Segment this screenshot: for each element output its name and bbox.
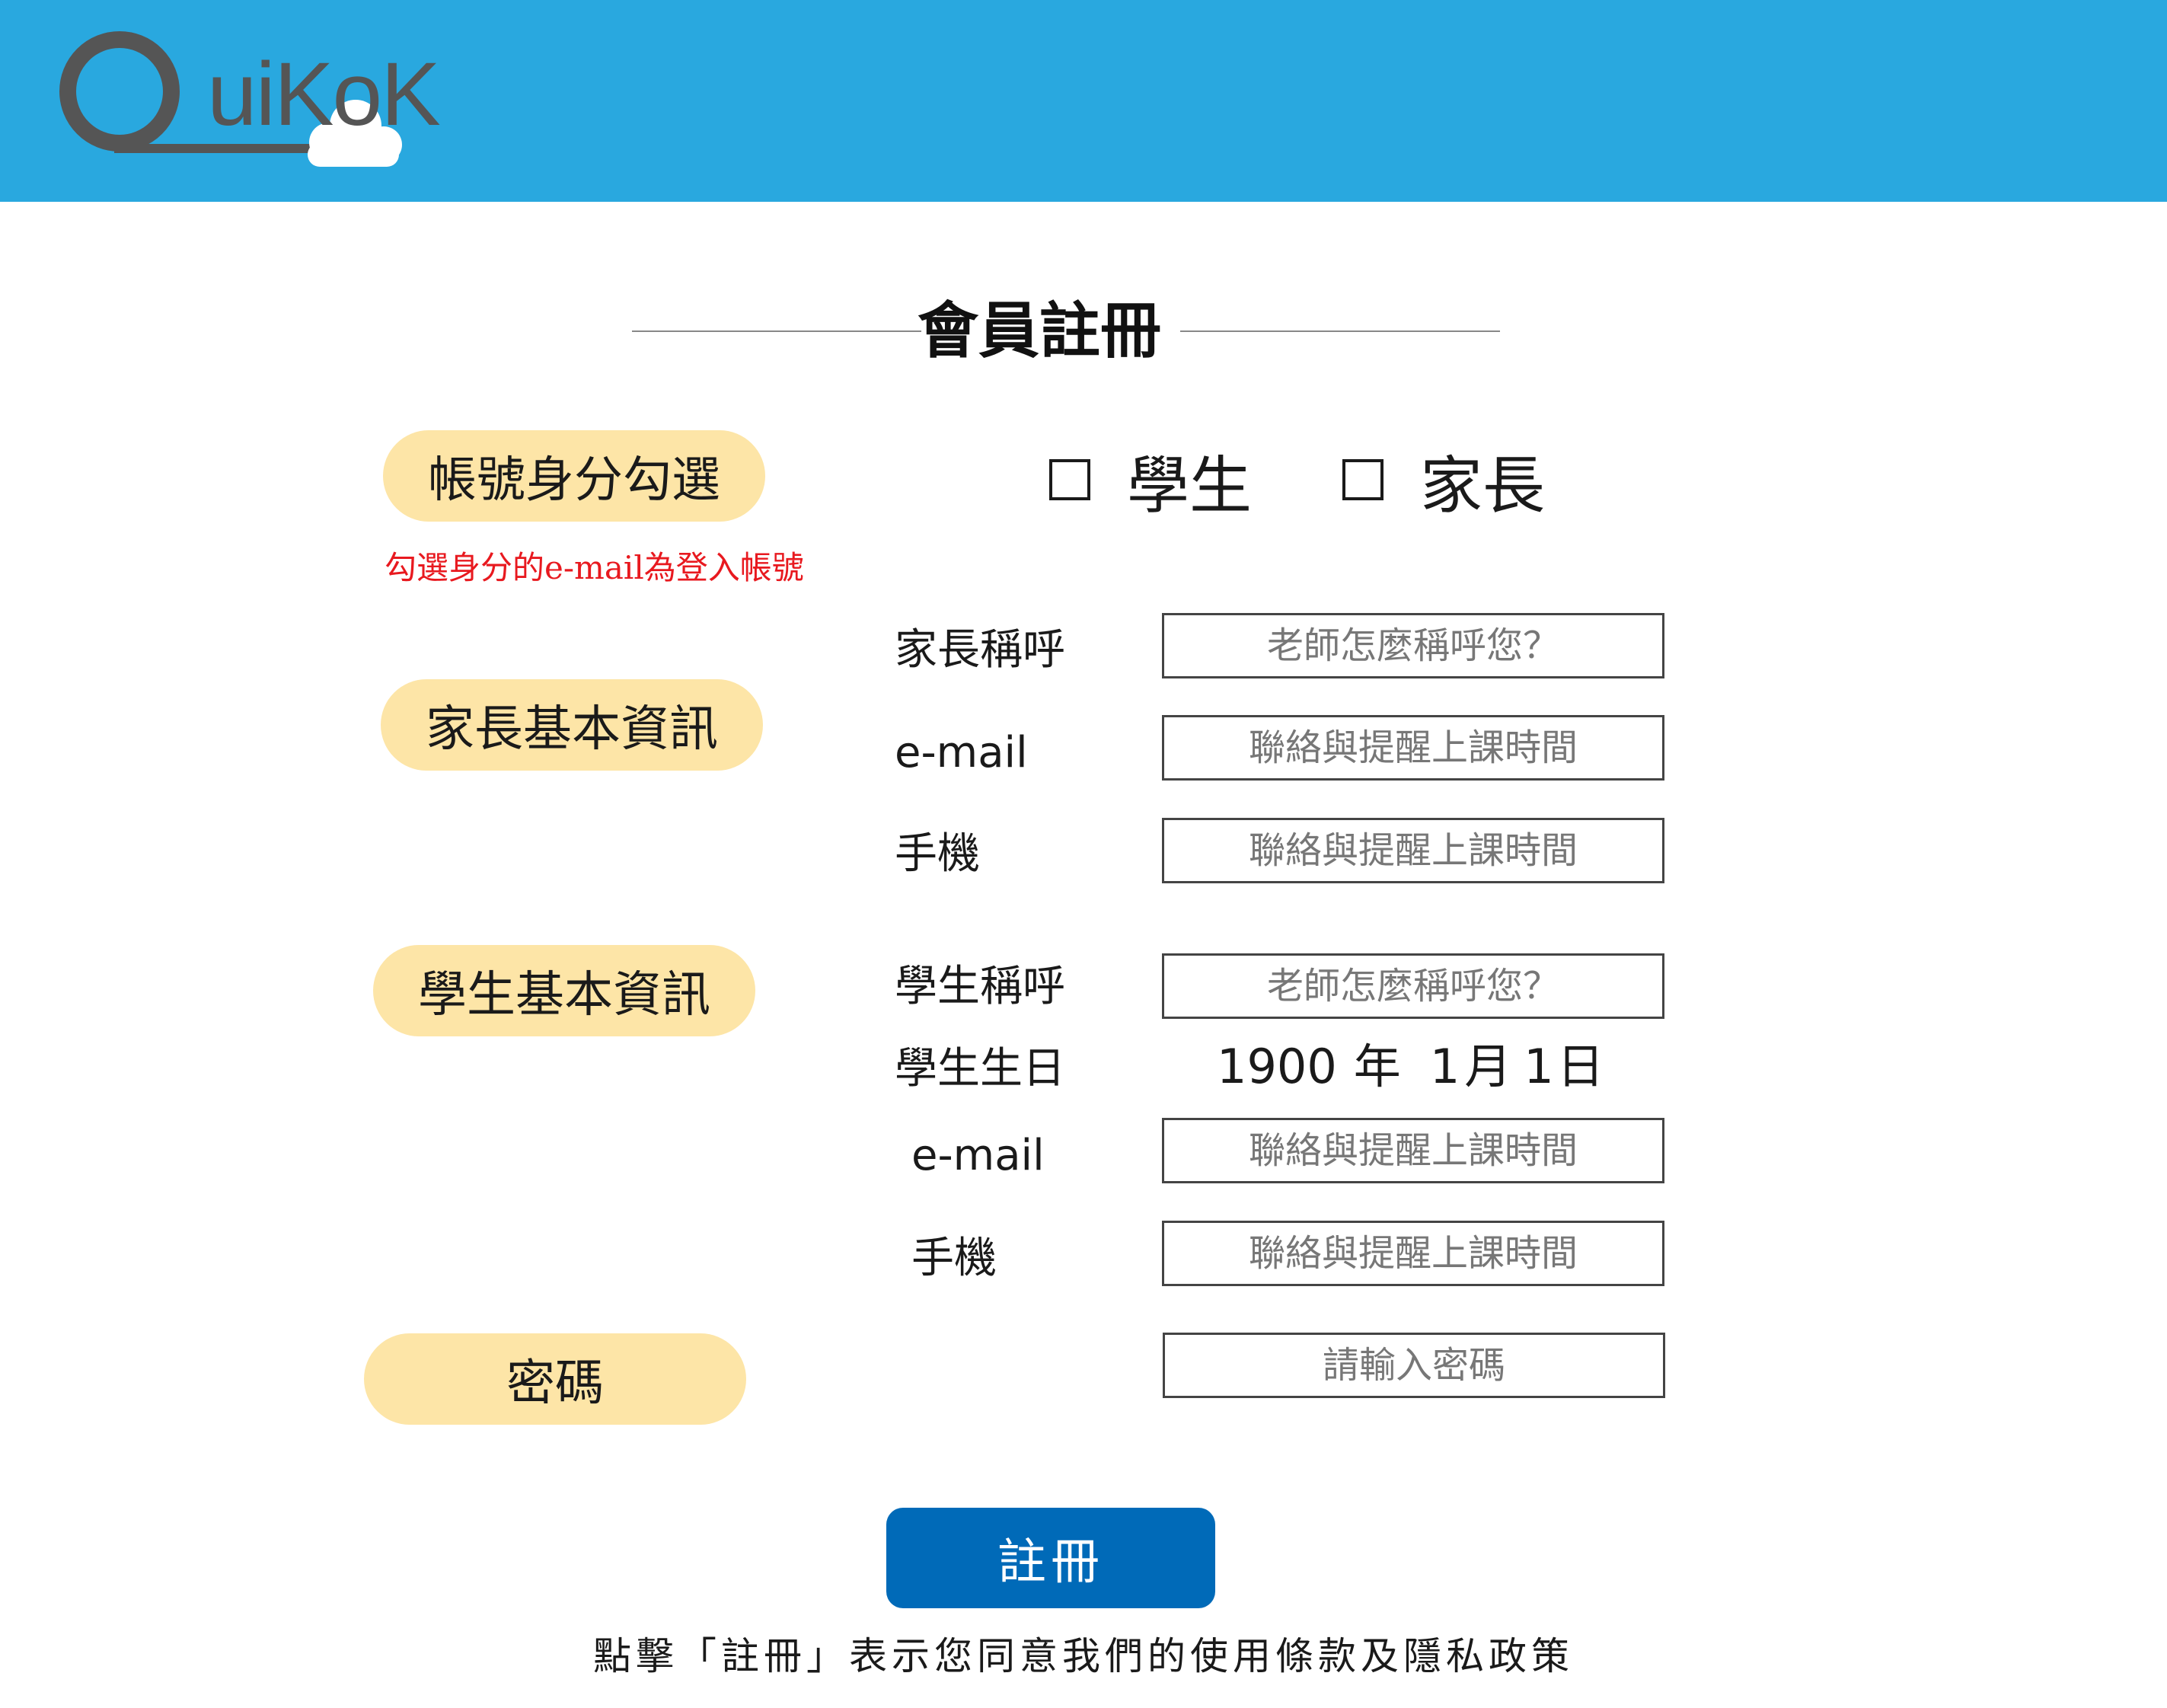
parent-phone-input[interactable] (1162, 818, 1664, 883)
quikok-logo[interactable]: uiKoK (47, 19, 441, 179)
birthday-month-unit: 月 (1464, 1039, 1512, 1094)
student-phone-input[interactable] (1162, 1221, 1664, 1286)
student-name-input[interactable] (1162, 953, 1664, 1019)
page-title-block: 會員註冊 (632, 289, 1500, 373)
page-title: 會員註冊 (918, 295, 1161, 366)
student-info-section-label: 學生基本資訊 (373, 945, 755, 1036)
student-phone-label: 手機 (911, 1234, 997, 1283)
birthday-year-unit: 年 (1353, 1039, 1401, 1094)
parent-name-input[interactable] (1162, 613, 1664, 678)
account-type-section-label: 帳號身分勾選 (383, 430, 765, 522)
birthday-day-value[interactable]: 1 (1524, 1043, 1553, 1090)
title-divider-left (632, 330, 921, 332)
parent-email-label: e-mail (895, 728, 1028, 777)
student-option-label: 學生 (1127, 449, 1253, 522)
student-birthday-picker[interactable]: 1900 年 1 月 1 日 (1217, 1043, 1604, 1090)
birthday-year-value[interactable]: 1900 (1217, 1043, 1337, 1090)
student-checkbox[interactable] (1049, 459, 1090, 500)
password-section-label: 密碼 (364, 1333, 746, 1425)
register-button[interactable]: 註冊 (886, 1508, 1215, 1608)
title-divider-right (1180, 330, 1500, 332)
parent-option[interactable]: 家長 (1342, 442, 1545, 522)
birthday-day-unit: 日 (1556, 1039, 1604, 1094)
student-birthday-label: 學生生日 (895, 1044, 1065, 1093)
logo-wordmark: uiKoK (207, 44, 441, 145)
top-header-bar: uiKoK (0, 0, 2167, 202)
parent-phone-label: 手機 (895, 829, 980, 879)
account-hint-text: 勾選身分的e-mail為登入帳號 (385, 549, 804, 586)
parent-option-label: 家長 (1420, 449, 1546, 522)
terms-notice: 點擊「註冊」表示您同意我們的使用條款及隱私政策 (593, 1634, 1574, 1678)
parent-email-input[interactable] (1162, 715, 1664, 781)
birthday-month-value[interactable]: 1 (1430, 1043, 1460, 1090)
parent-name-label: 家長稱呼 (895, 625, 1065, 675)
parent-info-section-label: 家長基本資訊 (381, 679, 763, 771)
student-option[interactable]: 學生 (1049, 442, 1252, 522)
parent-checkbox[interactable] (1342, 459, 1383, 500)
student-email-input[interactable] (1162, 1118, 1664, 1183)
password-input[interactable] (1163, 1333, 1665, 1398)
student-email-label: e-mail (911, 1131, 1045, 1180)
student-name-label: 學生稱呼 (895, 962, 1065, 1011)
